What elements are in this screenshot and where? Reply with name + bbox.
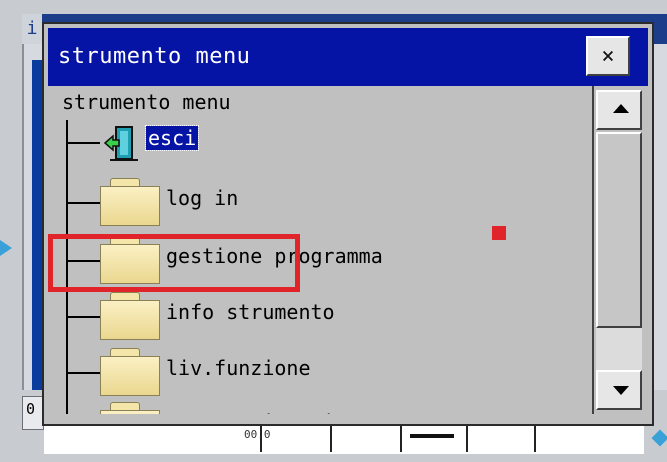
- tree-item-label: info strumento: [166, 300, 335, 324]
- red-marker: [492, 226, 506, 240]
- arrow-right-icon: [0, 240, 12, 256]
- scrollbar-track[interactable]: [596, 328, 642, 370]
- folder-icon: [100, 402, 162, 414]
- folder-icon: [100, 348, 162, 396]
- tree-item-log-in[interactable]: log in: [66, 174, 326, 230]
- scrollbar-thumb[interactable]: [596, 132, 642, 328]
- background-bottom-text: 00.0: [244, 428, 271, 441]
- tree-item-esci[interactable]: esci: [66, 120, 266, 176]
- folder-icon: [100, 292, 162, 340]
- close-button[interactable]: ×: [586, 36, 630, 76]
- scroll-down-button[interactable]: [596, 370, 642, 410]
- menu-tree: strumento menu esci log in gestione prog…: [48, 86, 592, 414]
- menu-dialog: strumento menu × strumento menu esci log…: [42, 22, 654, 426]
- background-bottom-bar: [410, 434, 454, 438]
- tree-root-label: strumento menu: [62, 90, 231, 114]
- background-title-fragment: i: [22, 14, 42, 44]
- tree-item-label: esci: [144, 125, 200, 151]
- tree-connector: [66, 142, 100, 144]
- scroll-up-button[interactable]: [596, 90, 642, 130]
- highlight-box: [48, 234, 300, 292]
- dialog-title: strumento menu: [58, 44, 251, 69]
- tree-item-info-strumento[interactable]: info strumento: [66, 288, 426, 344]
- background-field[interactable]: 0: [22, 396, 44, 430]
- arrow-up-icon: [613, 104, 629, 113]
- folder-icon: [100, 178, 162, 226]
- tree-item-label: parametrizzazione: [166, 410, 371, 414]
- dialog-title-bar[interactable]: strumento menu: [48, 28, 648, 86]
- tree-item-label: liv.funzione: [166, 356, 311, 380]
- tree-item-parametrizzazione[interactable]: parametrizzazione: [66, 398, 466, 414]
- close-icon: ×: [601, 43, 615, 69]
- tree-item-liv-funzione[interactable]: liv.funzione: [66, 344, 386, 400]
- tree-connector: [66, 316, 100, 318]
- tree-item-label: log in: [166, 186, 239, 210]
- tree-connector: [66, 372, 100, 374]
- vertical-scrollbar[interactable]: [592, 86, 644, 414]
- tree-connector: [66, 202, 100, 204]
- arrow-down-icon: [613, 386, 629, 395]
- exit-door-icon: [103, 126, 138, 161]
